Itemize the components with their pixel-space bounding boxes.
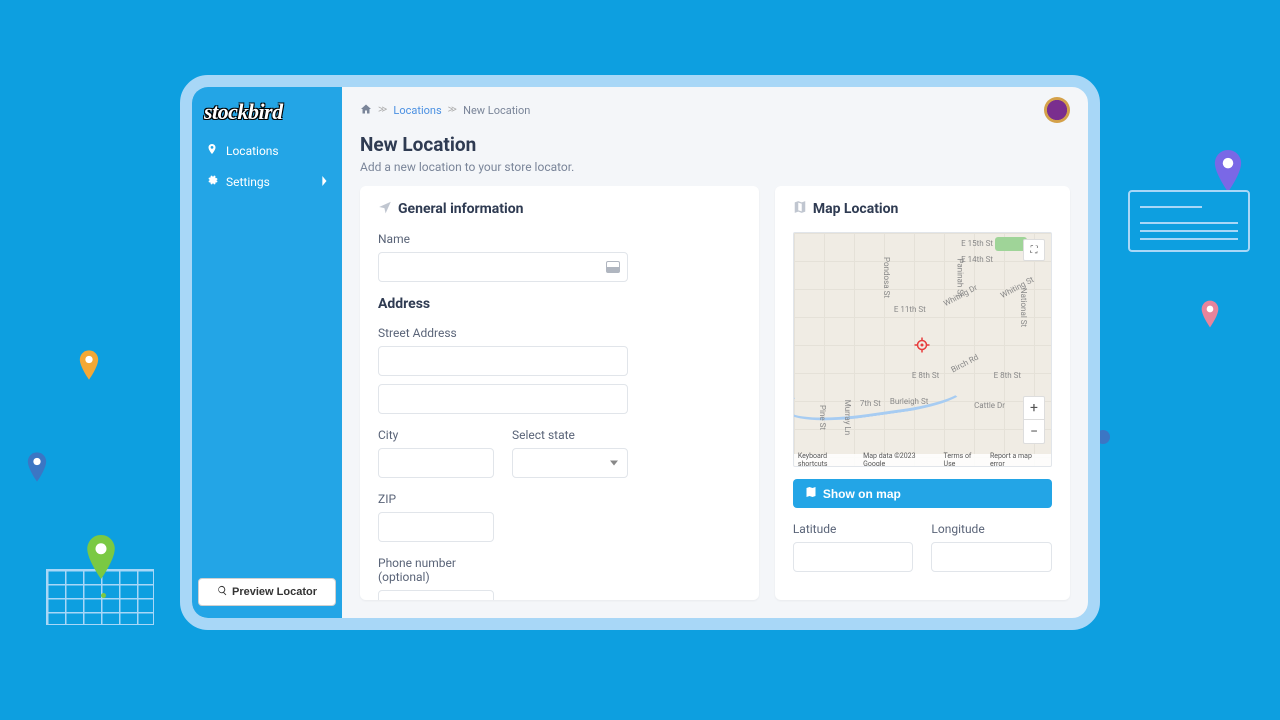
name-label: Name [378,232,741,246]
map-target-icon [913,336,931,354]
name-input[interactable] [378,252,628,282]
zoom-in-button[interactable]: + [1023,396,1045,420]
state-label: Select state [512,428,628,442]
breadcrumb-locations[interactable]: Locations [393,104,441,117]
city-label: City [378,428,494,442]
street-label: Street Address [378,326,741,340]
app-window: stockbird Locations Settings Preview Loc… [180,75,1100,630]
lon-label: Longitude [931,522,1052,536]
address-section-title: Address [378,296,741,312]
longitude-input[interactable] [931,542,1052,572]
map-canvas[interactable]: E 15th St E 14th St E 11th St Whiting Dr… [793,232,1052,467]
topbar: ≫ Locations ≫ New Location [342,87,1088,129]
street1-input[interactable] [378,346,628,376]
chevron-icon: ≫ [448,105,457,115]
search-icon [217,585,228,599]
gear-icon [206,174,218,189]
zoom-out-button[interactable]: − [1023,420,1045,444]
bg-pin-purple-icon [1212,150,1244,192]
map-icon [793,200,807,218]
section-title: Map Location [813,201,899,217]
general-info-card: General information Name Address Street … [360,186,759,600]
sidebar-item-label: Settings [226,175,270,189]
bg-pin-orange-icon [78,350,100,380]
zip-label: ZIP [378,492,494,506]
bg-grid-icon [46,569,154,625]
page-subtitle: Add a new location to your store locator… [360,160,1070,174]
phone-input[interactable] [378,590,494,600]
avatar[interactable] [1044,97,1070,123]
sidebar-item-settings[interactable]: Settings [192,166,342,197]
chevron-right-icon [320,175,328,189]
sidebar-item-locations[interactable]: Locations [192,135,342,166]
breadcrumb-current: New Location [463,104,530,117]
card-icon [606,261,620,273]
pin-icon [206,143,218,158]
breadcrumb: ≫ Locations ≫ New Location [360,103,530,118]
sidebar: stockbird Locations Settings Preview Loc… [192,87,342,618]
bg-pin-blue-icon [26,452,48,482]
home-icon[interactable] [360,103,372,118]
latitude-input[interactable] [793,542,914,572]
show-on-map-button[interactable]: Show on map [793,479,1052,508]
preview-locator-button[interactable]: Preview Locator [198,578,336,606]
map-attribution: Keyboard shortcuts Map data ©2023 Google… [794,454,1051,466]
city-input[interactable] [378,448,494,478]
chevron-icon: ≫ [378,105,387,115]
page-title: New Location [360,133,1070,156]
zip-input[interactable] [378,512,494,542]
map-location-card: Map Location E 15th St E 14th St E 11th … [775,186,1070,600]
main-content: ≫ Locations ≫ New Location New Location … [342,87,1088,618]
phone-label: Phone number (optional) [378,556,494,584]
sidebar-item-label: Locations [226,144,279,158]
lat-label: Latitude [793,522,914,536]
bg-pin-pink-icon [1200,300,1220,328]
state-select[interactable] [512,448,628,478]
arrow-icon [378,200,392,218]
section-title: General information [398,201,524,217]
street2-input[interactable] [378,384,628,414]
logo: stockbird [192,87,342,135]
bg-card-icon [1128,190,1250,252]
map-pin-icon [805,486,817,501]
fullscreen-button[interactable]: ⛶ [1023,239,1045,261]
